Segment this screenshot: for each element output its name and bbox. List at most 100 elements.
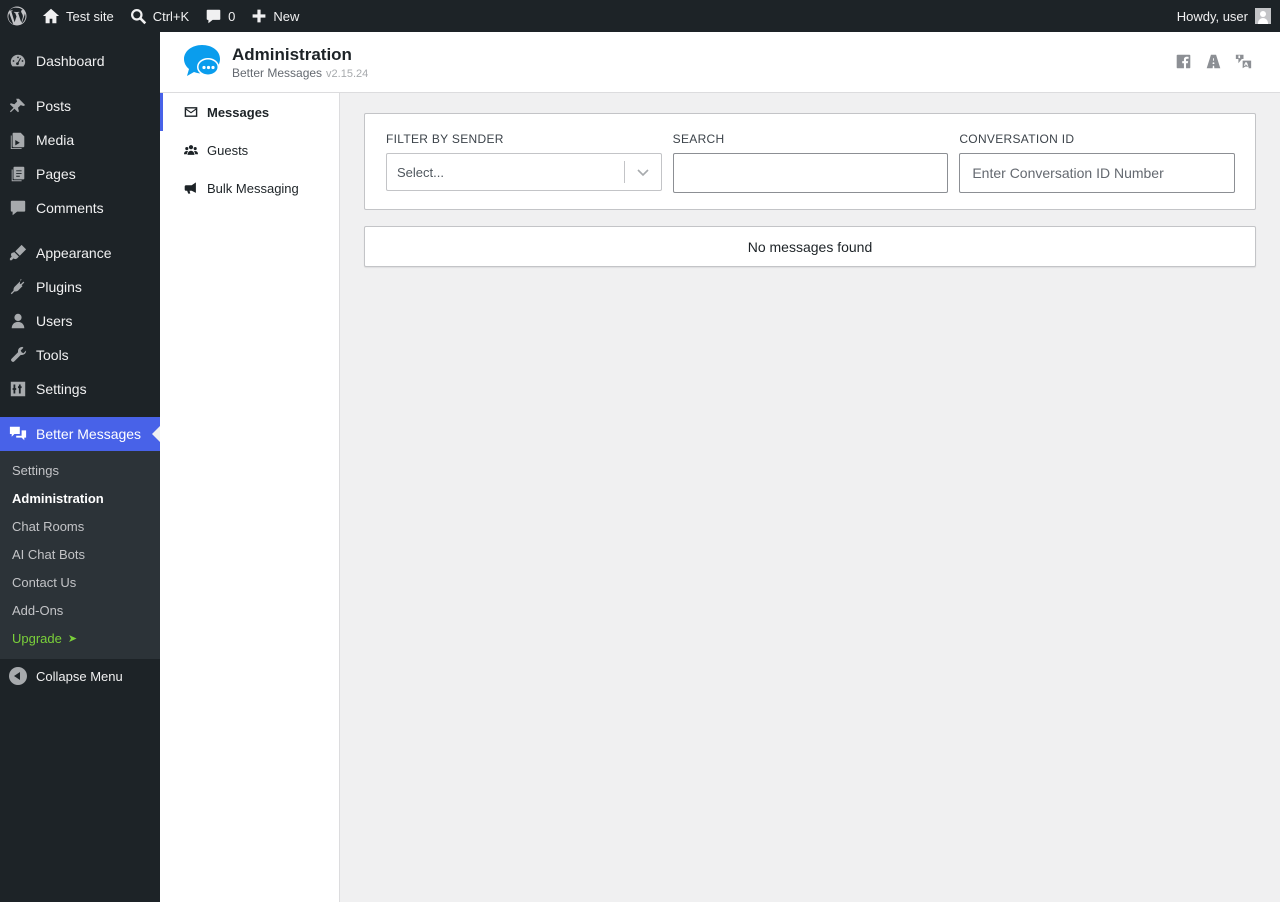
nav-item-guests[interactable]: Guests — [160, 131, 339, 169]
sender-filter-label: FILTER BY SENDER — [386, 132, 504, 146]
roadmap-icon[interactable] — [1205, 53, 1222, 70]
better-messages-logo-icon — [184, 44, 220, 80]
new-content-button[interactable]: New — [243, 0, 307, 32]
sidebar-item-media[interactable]: Media — [0, 123, 160, 157]
sidebar-item-pages[interactable]: Pages — [0, 157, 160, 191]
home-icon — [42, 8, 60, 24]
megaphone-icon — [184, 182, 196, 194]
nav-item-bulk-messaging[interactable]: Bulk Messaging — [160, 169, 339, 207]
sidebar-item-settings[interactable]: Settings — [0, 372, 160, 406]
greeting: Howdy, user — [1176, 8, 1248, 24]
site-name-link[interactable]: Test site — [34, 0, 122, 32]
sidebar-item-label: Users — [36, 313, 73, 329]
submenu-item-administration[interactable]: Administration — [0, 484, 160, 512]
sidebar-item-label: Posts — [36, 98, 72, 114]
search-shortcut-button[interactable]: Ctrl+K — [122, 0, 197, 32]
sidebar-item-better-messages[interactable]: Better Messages — [0, 417, 160, 451]
comments-link[interactable]: 0 — [197, 0, 243, 32]
sidebar-item-label: Media — [36, 132, 75, 148]
sender-select-placeholder: Select... — [397, 164, 444, 180]
sidebar-item-appearance[interactable]: Appearance — [0, 236, 160, 270]
brush-icon — [9, 244, 27, 261]
sender-select[interactable]: Select... — [386, 153, 662, 191]
pin-icon — [9, 98, 26, 113]
main-content: FILTER BY SENDER Select... SEARCH CONVER… — [340, 93, 1280, 902]
search-shortcut-label: Ctrl+K — [152, 8, 190, 24]
empty-results: No messages found — [364, 226, 1256, 267]
pages-icon — [11, 166, 25, 182]
admin-bar: Test site Ctrl+K 0 New Howdy, user — [0, 0, 1280, 32]
admin-sidebar: Dashboard Posts Media Pages Comments App… — [0, 32, 160, 902]
nav-item-label: Messages — [207, 104, 270, 120]
upgrade-label: Upgrade — [12, 630, 62, 646]
messages-icon — [9, 426, 27, 441]
sidebar-item-label: Appearance — [36, 245, 112, 261]
sidebar-item-label: Better Messages — [36, 426, 142, 442]
admin-nav: Messages Guests Bulk Messaging — [160, 93, 340, 902]
envelope-icon — [184, 107, 198, 117]
nav-item-label: Guests — [207, 142, 249, 158]
wrench-icon — [11, 346, 27, 362]
site-name: Test site — [66, 8, 114, 24]
collapse-menu-button[interactable]: Collapse Menu — [0, 659, 160, 693]
wordpress-logo-button[interactable] — [0, 0, 34, 32]
sidebar-item-dashboard[interactable]: Dashboard — [0, 44, 160, 78]
page-header: Administration Better Messages v2.15.24 — [160, 32, 1280, 93]
sender-filter: FILTER BY SENDER Select... — [386, 132, 662, 209]
conversation-id-input[interactable] — [959, 153, 1236, 193]
users-group-icon — [184, 145, 198, 155]
nav-item-label: Bulk Messaging — [207, 180, 299, 196]
plus-icon — [253, 9, 266, 23]
sidebar-item-comments[interactable]: Comments — [0, 191, 160, 225]
search-input[interactable] — [672, 153, 949, 193]
collapse-menu-label: Collapse Menu — [36, 668, 123, 684]
media-icon — [10, 132, 25, 149]
comments-count: 0 — [228, 8, 236, 24]
sidebar-item-label: Comments — [36, 200, 104, 216]
conversation-id-label: CONVERSATION ID — [959, 132, 1075, 146]
sidebar-item-posts[interactable]: Posts — [0, 89, 160, 123]
sidebar-item-label: Tools — [36, 347, 69, 363]
translate-icon[interactable] — [1235, 53, 1252, 70]
avatar — [1255, 8, 1271, 24]
arrow-right-icon: ➤ — [67, 632, 78, 645]
search-label: SEARCH — [672, 132, 725, 146]
submenu-item-ai-chat-bots[interactable]: AI Chat Bots — [0, 540, 160, 568]
submenu-item-upgrade[interactable]: Upgrade ➤ — [0, 624, 160, 652]
empty-results-text: No messages found — [747, 238, 873, 255]
user-icon — [11, 313, 25, 329]
search-filter: SEARCH — [672, 132, 949, 209]
sidebar-item-tools[interactable]: Tools — [0, 338, 160, 372]
sliders-icon — [10, 381, 26, 397]
new-label: New — [273, 8, 300, 24]
facebook-icon[interactable] — [1175, 53, 1192, 70]
submenu-item-contact-us[interactable]: Contact Us — [0, 568, 160, 596]
plugin-version: v2.15.24 — [326, 67, 369, 80]
account-menu[interactable]: Howdy, user — [1177, 8, 1280, 24]
page-title: Administration — [232, 44, 352, 64]
sidebar-item-label: Settings — [36, 381, 87, 397]
submenu-item-chat-rooms[interactable]: Chat Rooms — [0, 512, 160, 540]
comment-icon — [10, 200, 26, 216]
comment-icon — [206, 9, 221, 23]
sidebar-item-label: Dashboard — [36, 53, 105, 69]
header-actions — [1175, 53, 1252, 70]
better-messages-submenu: Settings Administration Chat Rooms AI Ch… — [0, 451, 160, 659]
nav-item-messages[interactable]: Messages — [160, 93, 339, 131]
search-icon — [130, 8, 146, 24]
plugin-info: Better Messages v2.15.24 — [232, 66, 368, 80]
plugin-name: Better Messages — [232, 65, 323, 80]
sidebar-item-plugins[interactable]: Plugins — [0, 270, 160, 304]
wordpress-logo-icon — [7, 6, 27, 26]
chevron-down-icon — [637, 169, 649, 177]
filter-panel: FILTER BY SENDER Select... SEARCH CONVER… — [364, 113, 1256, 210]
sidebar-item-users[interactable]: Users — [0, 304, 160, 338]
sidebar-item-label: Pages — [36, 166, 76, 182]
submenu-item-add-ons[interactable]: Add-Ons — [0, 596, 160, 624]
collapse-arrow-icon — [9, 667, 27, 685]
plug-icon — [10, 278, 25, 295]
conversation-filter: CONVERSATION ID — [959, 132, 1236, 209]
submenu-item-settings[interactable]: Settings — [0, 456, 160, 484]
dropdown-toggle[interactable] — [625, 165, 661, 179]
dashboard-icon — [10, 54, 26, 67]
